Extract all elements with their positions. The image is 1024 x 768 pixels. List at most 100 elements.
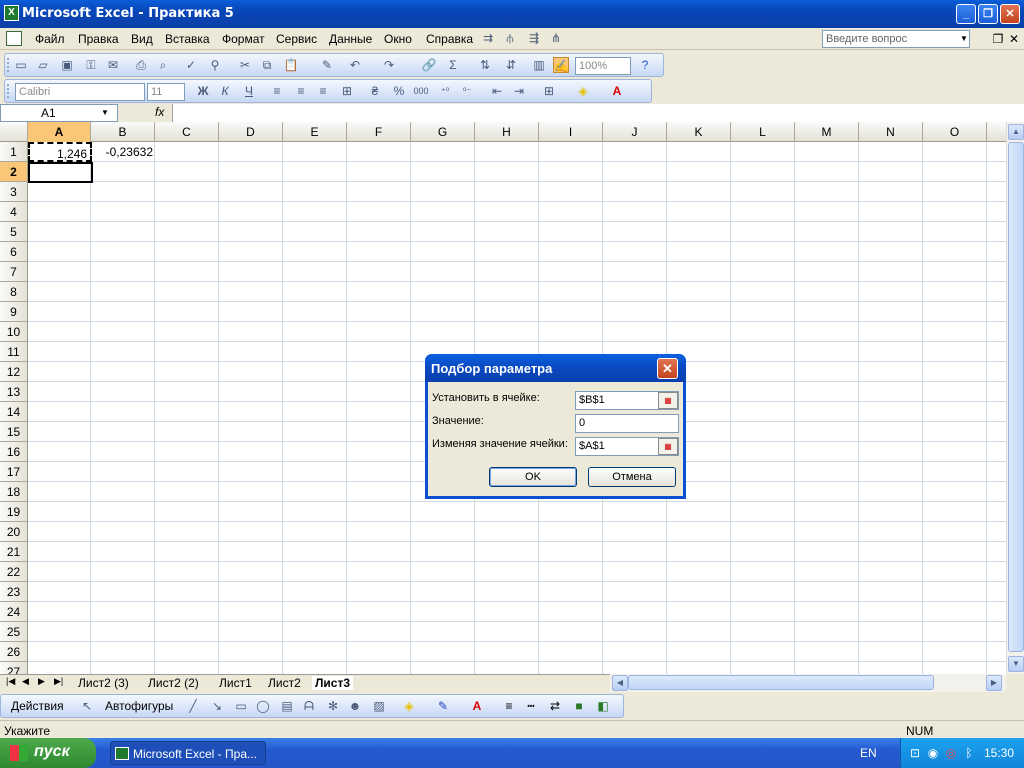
toolbar-grip-2[interactable]: [7, 84, 10, 98]
row-header-5[interactable]: 5: [0, 222, 28, 242]
align-right-icon[interactable]: ≡: [315, 83, 331, 99]
close-button[interactable]: ✕: [1000, 4, 1020, 24]
research-icon[interactable]: ⚲: [207, 57, 223, 73]
column-header-m[interactable]: M: [795, 122, 859, 142]
actions-menu[interactable]: Действия: [11, 698, 69, 714]
sheet-tab-active[interactable]: Лист3: [312, 676, 354, 690]
sheet-tab-4[interactable]: Лист2: [268, 676, 301, 690]
cell-a1[interactable]: 1,246: [28, 142, 92, 162]
arrow-icon[interactable]: ↘: [209, 698, 225, 714]
last-sheet-icon[interactable]: ▶|: [54, 676, 63, 687]
save-icon[interactable]: ▣: [59, 57, 75, 73]
percent-button[interactable]: %: [391, 83, 407, 99]
row-header-23[interactable]: 23: [0, 582, 28, 602]
help-icon[interactable]: ?: [637, 57, 653, 73]
first-sheet-icon[interactable]: |◀: [6, 676, 15, 687]
decrease-indent-icon[interactable]: ⇤: [489, 83, 505, 99]
menu-view[interactable]: Вид: [131, 32, 153, 46]
copy-icon[interactable]: ⧉: [259, 57, 275, 73]
changing-cell-ref-icon[interactable]: ▦: [658, 438, 678, 455]
minimize-button[interactable]: _: [956, 4, 976, 24]
font-color-icon-2[interactable]: A: [469, 698, 485, 714]
wordart-icon[interactable]: ᗩ: [301, 698, 317, 714]
paste-icon[interactable]: 📋: [283, 57, 299, 73]
scroll-up-icon[interactable]: ▲: [1008, 124, 1024, 140]
column-header-a[interactable]: A: [28, 122, 91, 142]
column-header-e[interactable]: E: [283, 122, 347, 142]
dialog-close-icon[interactable]: ✕: [657, 358, 678, 379]
row-header-15[interactable]: 15: [0, 422, 28, 442]
clipart-icon[interactable]: ☻: [347, 698, 363, 714]
track-icon[interactable]: ⇶: [526, 30, 542, 46]
row-header-16[interactable]: 16: [0, 442, 28, 462]
oval-icon[interactable]: ◯: [255, 698, 271, 714]
scroll-left-icon[interactable]: ◀: [612, 675, 628, 691]
column-header-l[interactable]: L: [731, 122, 795, 142]
sort-desc-icon[interactable]: ⇵: [503, 57, 519, 73]
row-header-6[interactable]: 6: [0, 242, 28, 262]
row-header-24[interactable]: 24: [0, 602, 28, 622]
antivirus-icon[interactable]: ◎: [943, 745, 959, 761]
align-left-icon[interactable]: ≡: [269, 83, 285, 99]
menu-format[interactable]: Формат: [222, 32, 265, 46]
line-style-icon[interactable]: ≡: [501, 698, 517, 714]
thousands-button[interactable]: 000: [413, 83, 429, 99]
zoom-combo[interactable]: 100%: [575, 57, 631, 75]
permission-icon[interactable]: ⚿: [83, 57, 99, 73]
merge-center-icon[interactable]: ⊞: [339, 83, 355, 99]
help-dropdown-icon[interactable]: ▼: [958, 30, 970, 48]
menu-file[interactable]: Файл: [35, 32, 65, 46]
column-header-c[interactable]: C: [155, 122, 219, 142]
column-header-g[interactable]: G: [411, 122, 475, 142]
vscroll-thumb[interactable]: [1008, 142, 1024, 652]
compare-icon[interactable]: ⇉: [480, 30, 496, 46]
line-color-icon[interactable]: ✎: [435, 698, 451, 714]
cancel-button[interactable]: Отмена: [588, 467, 676, 487]
row-header-25[interactable]: 25: [0, 622, 28, 642]
document-icon[interactable]: [6, 31, 22, 46]
row-header-7[interactable]: 7: [0, 262, 28, 282]
language-indicator[interactable]: EN: [860, 746, 877, 760]
3d-icon[interactable]: ◧: [595, 698, 611, 714]
fx-icon[interactable]: fx: [155, 105, 164, 119]
rectangle-icon[interactable]: ▭: [233, 698, 249, 714]
select-objects-icon[interactable]: ↖: [79, 698, 95, 714]
toolbar-grip[interactable]: [7, 58, 10, 72]
row-header-21[interactable]: 21: [0, 542, 28, 562]
row-header-26[interactable]: 26: [0, 642, 28, 662]
underline-button[interactable]: Ч: [241, 83, 257, 99]
active-cell-a2[interactable]: [28, 162, 93, 183]
diagram-icon[interactable]: ✻: [325, 698, 341, 714]
redo-icon[interactable]: ↷: [381, 57, 397, 73]
decrease-decimal-icon[interactable]: ⁰⁻: [459, 83, 475, 99]
row-header-9[interactable]: 9: [0, 302, 28, 322]
hscroll-thumb[interactable]: [628, 675, 934, 690]
formula-input[interactable]: [172, 104, 1024, 122]
network-icon[interactable]: ⊡: [907, 745, 923, 761]
arrow-style-icon[interactable]: ⇄: [547, 698, 563, 714]
autoshapes-menu[interactable]: Автофигуры: [105, 698, 177, 714]
open-icon[interactable]: ▱: [35, 57, 51, 73]
row-header-11[interactable]: 11: [0, 342, 28, 362]
increase-decimal-icon[interactable]: ⁺⁰: [437, 83, 453, 99]
fill-color-icon[interactable]: ◈: [575, 83, 591, 99]
row-header-14[interactable]: 14: [0, 402, 28, 422]
row-header-27[interactable]: 27: [0, 662, 28, 674]
fill-color-icon-2[interactable]: ◈: [401, 698, 417, 714]
menu-tools[interactable]: Сервис: [276, 32, 317, 46]
increase-indent-icon[interactable]: ⇥: [511, 83, 527, 99]
hyperlink-icon[interactable]: 🔗: [421, 57, 437, 73]
row-header-20[interactable]: 20: [0, 522, 28, 542]
sheet-tab-2[interactable]: Лист2 (2): [148, 676, 199, 690]
menu-help[interactable]: Справка: [426, 32, 473, 46]
preview-icon[interactable]: ⌕: [155, 57, 171, 73]
taskbar-excel-item[interactable]: Microsoft Excel - Пра...: [110, 741, 266, 765]
autosum-icon[interactable]: Σ: [445, 57, 461, 73]
chart-wizard-icon[interactable]: ▥: [531, 57, 547, 73]
textbox-icon[interactable]: ▤: [279, 698, 295, 714]
vertical-scrollbar[interactable]: ▲ ▼: [1006, 122, 1024, 674]
row-header-1[interactable]: 1: [0, 142, 28, 162]
sheet-tab-3[interactable]: Лист1: [219, 676, 252, 690]
column-header-i[interactable]: I: [539, 122, 603, 142]
column-header-n[interactable]: N: [859, 122, 923, 142]
